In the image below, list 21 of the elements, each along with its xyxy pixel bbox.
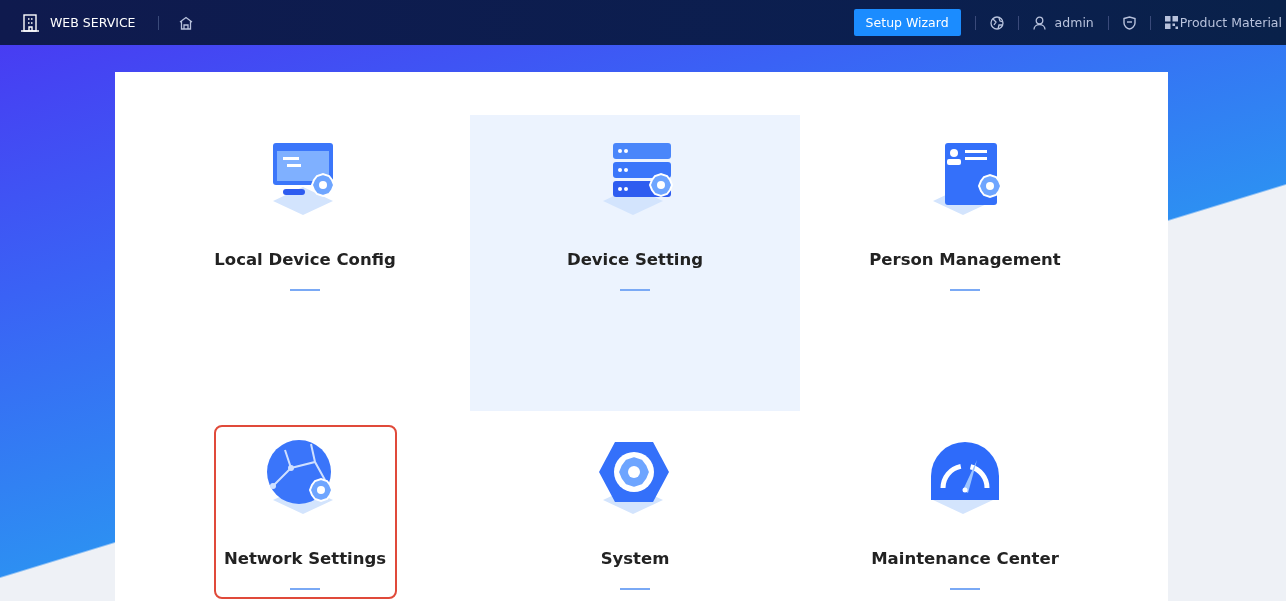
app-title: WEB SERVICE: [50, 15, 136, 30]
menu-tile[interactable]: System: [470, 411, 800, 601]
menu-tile[interactable]: Device Setting: [470, 115, 800, 411]
qr-code-icon[interactable]: [1164, 16, 1178, 29]
menu-tile-label: Local Device Config: [214, 250, 396, 269]
menu-tile[interactable]: Network Settings: [140, 411, 470, 601]
menu-tile-label: Network Settings: [223, 549, 387, 568]
product-material-link[interactable]: Product Material: [1179, 15, 1282, 30]
menu-tile-label: Device Setting: [566, 250, 704, 269]
shield-icon[interactable]: [1122, 15, 1136, 30]
home-icon[interactable]: [178, 15, 193, 30]
menu-tile[interactable]: Person Management: [800, 115, 1130, 411]
building-icon: [20, 12, 40, 33]
username-label[interactable]: admin: [1054, 15, 1094, 30]
globe-icon[interactable]: [989, 15, 1004, 30]
menu-tile-label: System: [600, 549, 670, 568]
menu-tile[interactable]: Maintenance Center: [800, 411, 1130, 601]
menu-tile-label: Person Management: [869, 250, 1061, 269]
user-icon[interactable]: [1032, 15, 1046, 30]
menu-tile[interactable]: Local Device Config: [140, 115, 470, 411]
menu-tile-label: Maintenance Center: [871, 549, 1059, 568]
